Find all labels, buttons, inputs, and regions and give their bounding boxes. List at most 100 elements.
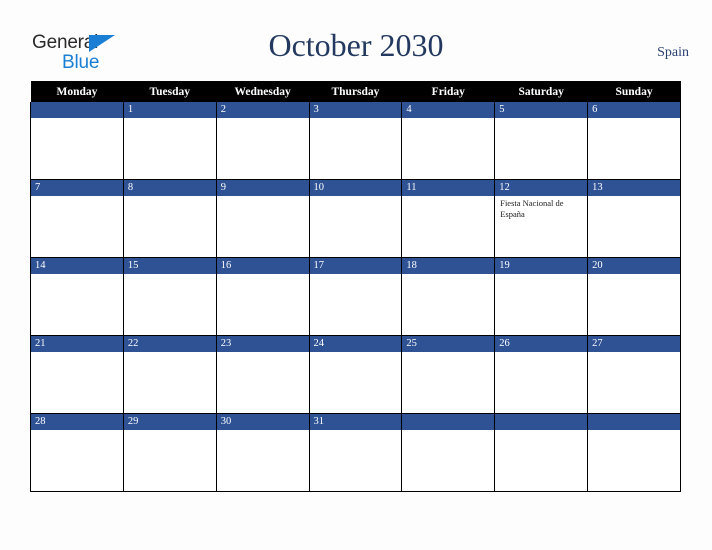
calendar-empty-cell[interactable] [494, 413, 589, 492]
day-number: 17 [309, 258, 402, 274]
country-label: Spain [657, 45, 689, 60]
calendar-day-cell[interactable]: 4 [401, 102, 496, 180]
calendar-day-cell[interactable]: 26 [494, 335, 589, 414]
calendar-day-cell[interactable]: 21 [30, 335, 124, 414]
calendar-day-cell[interactable]: 8 [122, 179, 217, 258]
day-number: 29 [123, 414, 216, 430]
calendar-week-row: 123456 [30, 102, 681, 180]
day-number: 11 [402, 180, 495, 196]
day-number: 13 [588, 180, 680, 196]
day-number: 18 [402, 258, 495, 274]
calendar-day-cell[interactable]: 3 [308, 102, 403, 180]
calendar-day-cell[interactable]: 17 [308, 257, 403, 336]
calendar-day-cell[interactable]: 6 [587, 102, 681, 180]
day-number: 5 [495, 102, 588, 118]
day-number: 4 [402, 102, 495, 118]
day-cell-inner [588, 414, 680, 491]
calendar-day-cell[interactable]: 20 [587, 257, 681, 336]
weekday-header-wednesday: Wednesday [216, 81, 310, 102]
calendar-day-cell[interactable]: 23 [215, 335, 310, 414]
day-number: 8 [123, 180, 216, 196]
weekday-header-sunday: Sunday [587, 81, 681, 102]
calendar-week-row: 14 15 16 17 18 19 20 [30, 257, 681, 336]
day-number: 15 [123, 258, 216, 274]
calendar-day-cell[interactable]: 13 [587, 179, 681, 258]
day-cell-inner: 28 [31, 414, 123, 491]
day-cell-inner: 26 [495, 336, 588, 413]
calendar-week-row: 7 8 9 10 11 12 Fiesta Nacional de España 13 [30, 179, 681, 258]
calendar-day-cell[interactable]: 31 [308, 413, 403, 492]
calendar-day-cell[interactable]: 1 [122, 102, 217, 180]
day-number: 26 [495, 336, 588, 352]
calendar-day-cell[interactable]: 5 [494, 102, 589, 180]
day-cell-inner: 25 [402, 336, 495, 413]
day-cell-inner: 14 [31, 258, 123, 335]
calendar-empty-cell[interactable] [587, 413, 681, 492]
calendar-day-cell[interactable]: 11 [401, 179, 496, 258]
day-cell-inner [31, 102, 123, 179]
calendar-day-cell[interactable]: 14 [30, 257, 124, 336]
day-number: 30 [216, 414, 309, 430]
day-number: 28 [31, 414, 123, 430]
calendar-empty-cell[interactable] [30, 102, 124, 180]
calendar-day-cell[interactable]: 7 [30, 179, 124, 258]
day-number: 2 [216, 102, 309, 118]
day-cell-inner: 10 [309, 180, 402, 257]
calendar-day-cell[interactable]: 16 [215, 257, 310, 336]
weekday-header-thursday: Thursday [309, 81, 402, 102]
day-number: 27 [588, 336, 680, 352]
day-cell-inner: 4 [402, 102, 495, 179]
calendar-empty-cell[interactable] [401, 413, 496, 492]
calendar-day-cell[interactable]: 2 [215, 102, 310, 180]
day-cell-inner: 22 [123, 336, 216, 413]
calendar-day-cell[interactable]: 22 [122, 335, 217, 414]
day-number: 24 [309, 336, 402, 352]
calendar-body: 1 2 3 4 5 6 7 8 9 10 11 12 Fiesta Nacional de España… [30, 102, 681, 492]
calendar-day-cell[interactable]: 27 [587, 335, 681, 414]
weekday-header-friday: Friday [401, 81, 495, 102]
holiday-event-label: Fiesta Nacional de España [500, 198, 564, 219]
calendar-day-cell[interactable]: 10 [308, 179, 403, 258]
weekday-header-row: Monday Tuesday Wednesday Thursday Friday… [30, 81, 681, 102]
weekday-header-tuesday: Tuesday [123, 81, 217, 102]
calendar-day-cell[interactable]: 9 [215, 179, 310, 258]
day-number: 9 [216, 180, 309, 196]
calendar-day-cell[interactable]: 24 [308, 335, 403, 414]
calendar-day-cell[interactable]: 29 [122, 413, 217, 492]
calendar-day-cell[interactable]: 18 [401, 257, 496, 336]
day-number: 1 [123, 102, 216, 118]
day-cell-inner: 15 [123, 258, 216, 335]
calendar-day-cell[interactable]: 12 Fiesta Nacional de España [494, 179, 589, 258]
day-number: 6 [588, 102, 680, 118]
calendar-day-cell[interactable]: 28 [30, 413, 124, 492]
day-number: 14 [31, 258, 123, 274]
day-cell-inner: 23 [216, 336, 309, 413]
day-cell-inner: 8 [123, 180, 216, 257]
day-number: 19 [495, 258, 588, 274]
day-cell-inner: 20 [588, 258, 680, 335]
weekday-header-saturday: Saturday [494, 81, 588, 102]
day-events-list: Fiesta Nacional de España [495, 196, 587, 220]
day-cell-inner: 19 [495, 258, 588, 335]
day-number: 21 [31, 336, 123, 352]
weekday-header-monday: Monday [30, 81, 124, 102]
day-cell-inner: 7 [31, 180, 123, 257]
day-cell-inner: 16 [216, 258, 309, 335]
day-cell-inner [402, 414, 495, 491]
day-cell-inner: 18 [402, 258, 495, 335]
day-cell-inner: 29 [123, 414, 216, 491]
calendar-week-row: 28 29 30 31 [30, 413, 681, 492]
day-cell-inner: 5 [495, 102, 588, 179]
calendar-day-cell[interactable]: 15 [122, 257, 217, 336]
calendar-day-cell[interactable]: 25 [401, 335, 496, 414]
calendar-grid: Monday Tuesday Wednesday Thursday Friday… [30, 81, 681, 492]
day-cell-inner: 24 [309, 336, 402, 413]
day-cell-inner: 17 [309, 258, 402, 335]
day-cell-inner: 31 [309, 414, 402, 491]
day-cell-inner: 27 [588, 336, 680, 413]
calendar-day-cell[interactable]: 19 [494, 257, 589, 336]
day-number [495, 414, 588, 430]
day-number [402, 414, 495, 430]
day-cell-inner: 11 [402, 180, 495, 257]
calendar-day-cell[interactable]: 30 [215, 413, 310, 492]
